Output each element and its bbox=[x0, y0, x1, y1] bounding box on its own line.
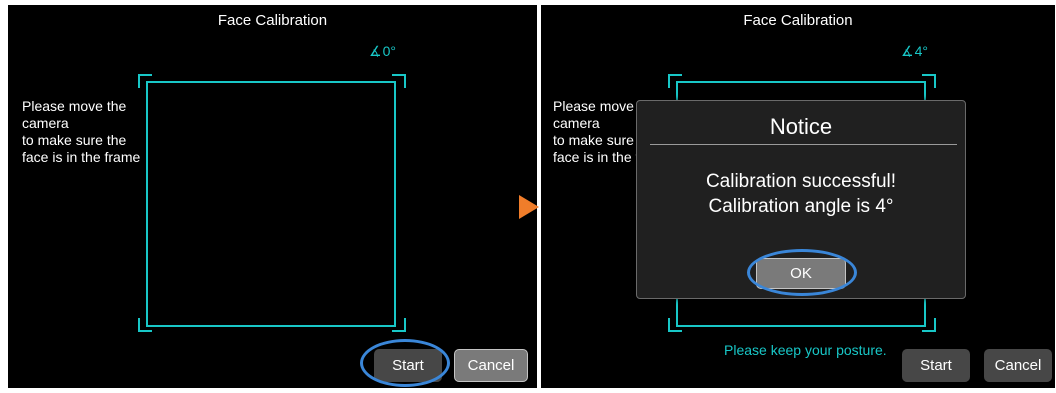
instruction-line: face is in the frame bbox=[22, 149, 141, 165]
dialog-message-line: Calibration successful! bbox=[705, 171, 897, 192]
arrow-right-icon bbox=[519, 195, 539, 219]
left-screen: Face Calibration ∡0° Please move the cam… bbox=[8, 5, 537, 388]
dialog-title: Notice bbox=[769, 114, 833, 139]
ok-button-highlight bbox=[747, 249, 857, 296]
instruction-line: Please move t bbox=[553, 98, 642, 114]
frame-corner bbox=[922, 318, 936, 332]
posture-hint: Please keep your posture. bbox=[724, 342, 887, 358]
dialog-message: Calibration successful! Calibration angl… bbox=[637, 169, 965, 219]
angle-indicator: ∡0° bbox=[369, 43, 396, 60]
dialog-divider bbox=[650, 144, 957, 145]
frame-corner bbox=[668, 318, 682, 332]
start-button-highlight bbox=[360, 339, 450, 387]
right-screen: Face Calibration ∡4° Please move t camer… bbox=[541, 5, 1055, 388]
frame-corner bbox=[922, 74, 936, 88]
angle-value: 4° bbox=[914, 43, 928, 59]
angle-value: 0° bbox=[382, 43, 396, 59]
frame-corner bbox=[392, 318, 406, 332]
instruction-line: to make sure t bbox=[553, 132, 642, 148]
instruction-line: to make sure the bbox=[22, 132, 127, 148]
face-frame bbox=[146, 81, 396, 327]
notice-dialog: Notice Calibration successful! Calibrati… bbox=[636, 100, 966, 299]
start-button[interactable]: Start bbox=[902, 349, 970, 382]
screen-title: Face Calibration bbox=[743, 12, 853, 29]
frame-corner bbox=[138, 74, 152, 88]
frame-corner bbox=[392, 74, 406, 88]
instruction-line: face is in the f bbox=[553, 149, 640, 165]
instruction-text: Please move t camera to make sure t face… bbox=[553, 98, 642, 166]
cancel-button[interactable]: Cancel bbox=[984, 349, 1052, 382]
angle-icon: ∡ bbox=[369, 43, 382, 59]
angle-icon: ∡ bbox=[901, 43, 914, 59]
frame-corner bbox=[138, 318, 152, 332]
instruction-line: Please move the bbox=[22, 98, 127, 114]
cancel-button[interactable]: Cancel bbox=[454, 349, 528, 382]
angle-indicator: ∡4° bbox=[901, 43, 928, 60]
screen-title: Face Calibration bbox=[217, 12, 328, 29]
instruction-line: camera bbox=[553, 115, 600, 131]
instruction-line: camera bbox=[22, 115, 69, 131]
frame-corner bbox=[668, 74, 682, 88]
dialog-message-line: Calibration angle is 4° bbox=[708, 196, 894, 217]
instruction-text: Please move the camera to make sure the … bbox=[22, 98, 140, 166]
